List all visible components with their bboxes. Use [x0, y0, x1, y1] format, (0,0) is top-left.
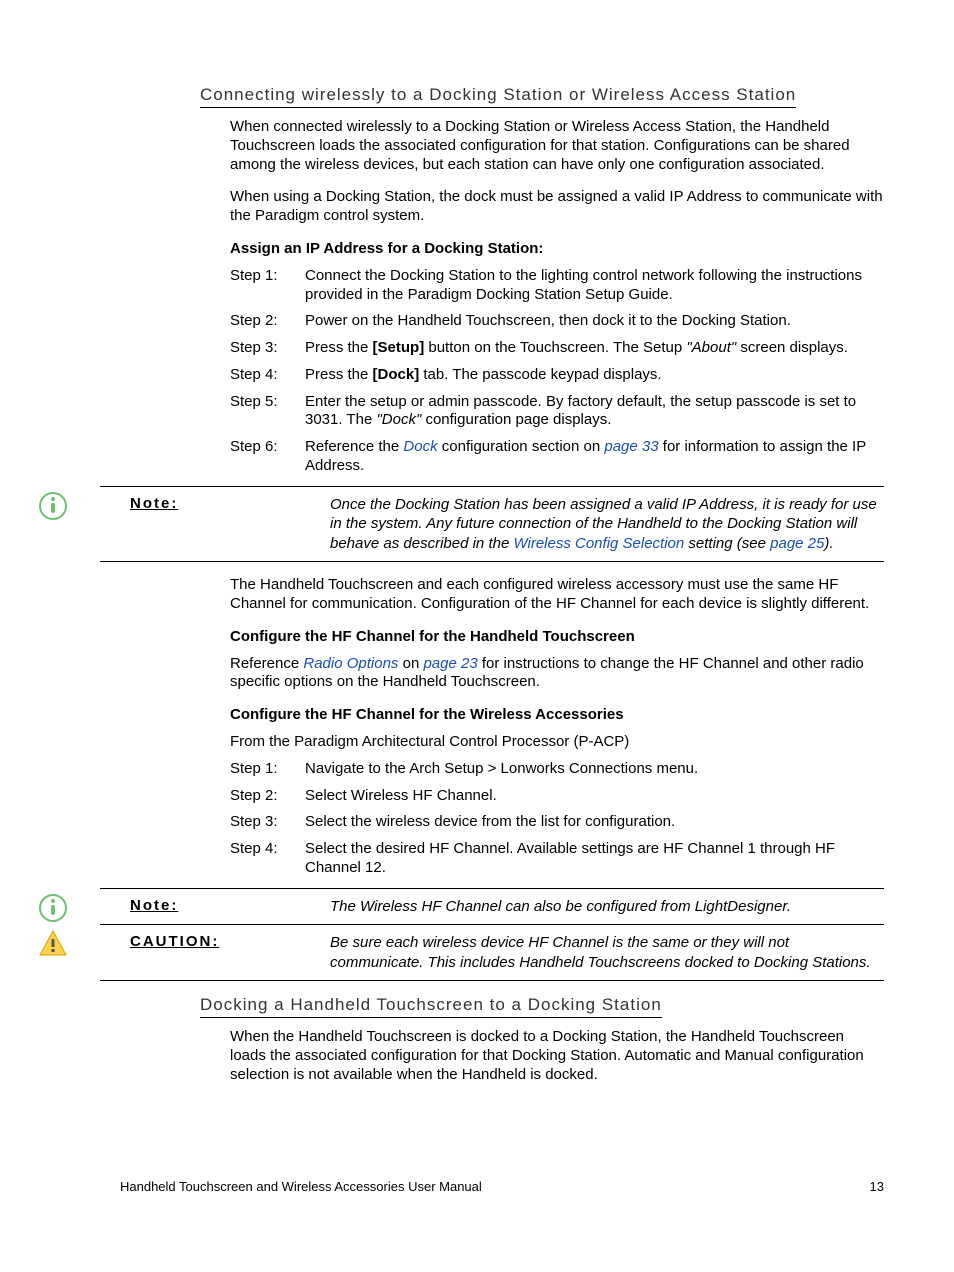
- info-icon: [38, 893, 68, 923]
- step-label: Step 1:: [230, 760, 305, 779]
- caution-text: Be sure each wireless device HF Channel …: [330, 933, 884, 972]
- step-text: Connect the Docking Station to the light…: [305, 267, 884, 305]
- step-row: Step 3: Press the [Setup] button on the …: [230, 339, 884, 358]
- note-label: Note:: [100, 495, 330, 512]
- step-label: Step 4:: [230, 840, 305, 878]
- bold-text: [Setup]: [373, 339, 425, 356]
- link-page-25[interactable]: page 25: [770, 535, 824, 552]
- text-span: configuration section on: [438, 438, 605, 455]
- italic-text: "Dock": [376, 411, 421, 428]
- step-row: Step 4: Select the desired HF Channel. A…: [230, 840, 884, 878]
- text-span: configuration page displays.: [421, 411, 611, 428]
- step-text: Press the [Setup] button on the Touchscr…: [305, 339, 884, 358]
- step-row: Step 6: Reference the Dock configuration…: [230, 438, 884, 476]
- italic-text: "About": [686, 339, 736, 356]
- caution-icon: [38, 929, 68, 959]
- para-docking: When the Handheld Touchscreen is docked …: [230, 1028, 884, 1084]
- footer-title: Handheld Touchscreen and Wireless Access…: [120, 1179, 482, 1194]
- link-wireless-config[interactable]: Wireless Config Selection: [513, 535, 684, 552]
- footer-page-number: 13: [870, 1179, 884, 1194]
- step-text: Power on the Handheld Touchscreen, then …: [305, 312, 884, 331]
- link-radio-options[interactable]: Radio Options: [303, 655, 398, 672]
- note-label: Note:: [100, 897, 330, 914]
- text-span: Reference: [230, 655, 303, 672]
- text-span: screen displays.: [736, 339, 848, 356]
- step-text: Select the desired HF Channel. Available…: [305, 840, 884, 878]
- step-row: Step 1: Connect the Docking Station to t…: [230, 267, 884, 305]
- step-text: Press the [Dock] tab. The passcode keypa…: [305, 366, 884, 385]
- section-heading-connecting: Connecting wirelessly to a Docking Stati…: [200, 85, 796, 108]
- step-text: Enter the setup or admin passcode. By fa…: [305, 393, 884, 431]
- para-intro-1: When connected wirelessly to a Docking S…: [230, 118, 884, 174]
- step-text: Reference the Dock configuration section…: [305, 438, 884, 476]
- step-label: Step 4:: [230, 366, 305, 385]
- caution-label: CAUTION:: [100, 933, 330, 950]
- step-text: Navigate to the Arch Setup > Lonworks Co…: [305, 760, 884, 779]
- step-row: Step 2: Power on the Handheld Touchscree…: [230, 312, 884, 331]
- step-label: Step 6:: [230, 438, 305, 476]
- note-text: Once the Docking Station has been assign…: [330, 495, 884, 554]
- step-label: Step 3:: [230, 339, 305, 358]
- text-span: setting (see: [684, 535, 770, 552]
- text-span: ).: [824, 535, 833, 552]
- step-row: Step 5: Enter the setup or admin passcod…: [230, 393, 884, 431]
- note-text: The Wireless HF Channel can also be conf…: [330, 897, 884, 917]
- text-span: Press the: [305, 339, 373, 356]
- text-span: tab. The passcode keypad displays.: [419, 366, 661, 383]
- step-row: Step 1: Navigate to the Arch Setup > Lon…: [230, 760, 884, 779]
- steps-hf-accessories: Step 1: Navigate to the Arch Setup > Lon…: [230, 760, 884, 878]
- step-label: Step 1:: [230, 267, 305, 305]
- step-label: Step 5:: [230, 393, 305, 431]
- note-block-ip: Note: Once the Docking Station has been …: [100, 486, 884, 563]
- text-span: Press the: [305, 366, 373, 383]
- section-heading-docking: Docking a Handheld Touchscreen to a Dock…: [200, 995, 662, 1018]
- step-row: Step 4: Press the [Dock] tab. The passco…: [230, 366, 884, 385]
- text-span: on: [398, 655, 423, 672]
- step-label: Step 2:: [230, 312, 305, 331]
- text-span: button on the Touchscreen. The Setup: [424, 339, 686, 356]
- note-block-lightdesigner: Note: The Wireless HF Channel can also b…: [100, 888, 884, 926]
- step-label: Step 2:: [230, 787, 305, 806]
- para-pacp: From the Paradigm Architectural Control …: [230, 733, 884, 752]
- step-row: Step 2: Select Wireless HF Channel.: [230, 787, 884, 806]
- step-row: Step 3: Select the wireless device from …: [230, 813, 884, 832]
- para-intro-2: When using a Docking Station, the dock m…: [230, 188, 884, 226]
- subhead-hf-handheld: Configure the HF Channel for the Handhel…: [230, 628, 884, 645]
- step-label: Step 3:: [230, 813, 305, 832]
- bold-text: [Dock]: [373, 366, 420, 383]
- info-icon: [38, 491, 68, 521]
- link-dock[interactable]: Dock: [403, 438, 437, 455]
- para-hf-intro: The Handheld Touchscreen and each config…: [230, 576, 884, 614]
- link-page-23[interactable]: page 23: [423, 655, 477, 672]
- para-hf-handheld: Reference Radio Options on page 23 for i…: [230, 655, 884, 693]
- page-footer: Handheld Touchscreen and Wireless Access…: [70, 1179, 884, 1194]
- text-span: Reference the: [305, 438, 403, 455]
- caution-block: CAUTION: Be sure each wireless device HF…: [100, 925, 884, 981]
- steps-assign-ip: Step 1: Connect the Docking Station to t…: [230, 267, 884, 476]
- subhead-assign-ip: Assign an IP Address for a Docking Stati…: [230, 240, 884, 257]
- step-text: Select Wireless HF Channel.: [305, 787, 884, 806]
- link-page-33[interactable]: page 33: [604, 438, 658, 455]
- subhead-hf-accessories: Configure the HF Channel for the Wireles…: [230, 706, 884, 723]
- step-text: Select the wireless device from the list…: [305, 813, 884, 832]
